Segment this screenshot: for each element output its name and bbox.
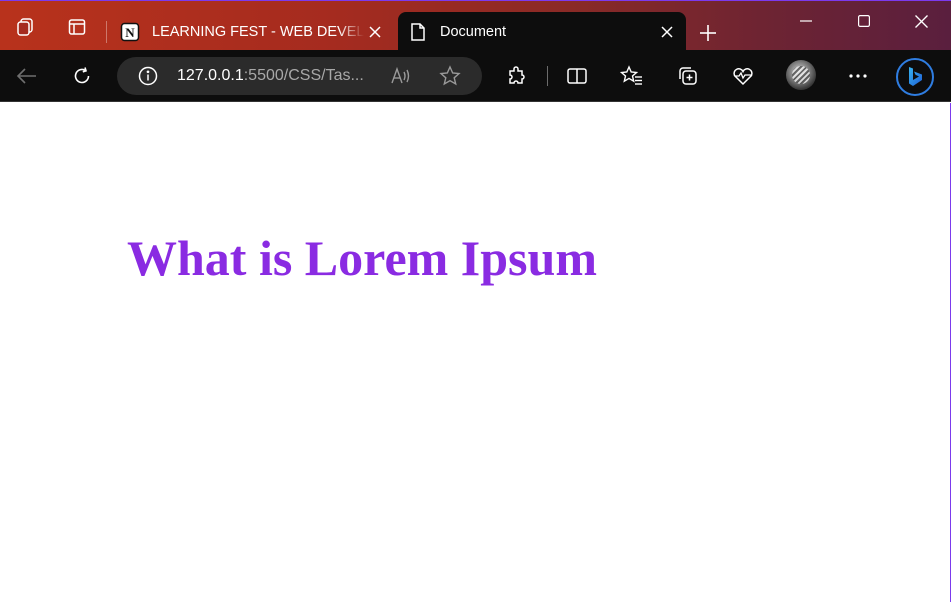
url-path: :5500/CSS/Tas... (243, 67, 364, 84)
minimize-button[interactable] (778, 5, 834, 37)
info-icon[interactable] (137, 65, 159, 87)
tab-learning-fest[interactable]: N LEARNING FEST - WEB DEVELOPMENT (110, 12, 394, 51)
tab-actions-icon[interactable] (63, 13, 91, 41)
favorite-star-icon[interactable] (439, 65, 461, 87)
favorites-icon[interactable] (616, 60, 648, 92)
maximize-button[interactable] (836, 5, 892, 37)
collections-icon[interactable] (672, 60, 704, 92)
extensions-icon[interactable] (501, 60, 533, 92)
title-bar: N LEARNING FEST - WEB DEVELOPMENT Docume… (0, 0, 951, 51)
close-tab-icon[interactable] (364, 21, 386, 43)
svg-text:N: N (125, 25, 135, 40)
toolbar-divider (547, 66, 548, 86)
url-text[interactable]: 127.0.0.1:5500/CSS/Tas... (177, 67, 377, 85)
profile-avatar[interactable] (786, 60, 816, 90)
page-viewport: What is Lorem Ipsum (0, 103, 951, 602)
refresh-button[interactable] (66, 60, 98, 92)
split-screen-icon[interactable] (561, 60, 593, 92)
new-tab-button[interactable] (694, 19, 722, 47)
workspaces-icon[interactable] (11, 13, 39, 41)
page-heading: What is Lorem Ipsum (127, 230, 597, 286)
copilot-icon[interactable] (896, 58, 934, 96)
tab-title: Document (440, 23, 507, 40)
browser-toolbar: 127.0.0.1:5500/CSS/Tas... (0, 50, 951, 102)
document-icon (408, 22, 428, 42)
tab-title: LEARNING FEST - WEB DEVELOPMENT (152, 23, 364, 40)
tab-separator (106, 21, 107, 43)
more-options-icon[interactable] (842, 60, 874, 92)
url-host: 127.0.0.1 (177, 67, 244, 84)
address-bar[interactable]: 127.0.0.1:5500/CSS/Tas... (117, 57, 482, 95)
back-button[interactable] (11, 60, 43, 92)
notion-icon: N (120, 22, 140, 42)
read-aloud-icon[interactable] (390, 65, 412, 87)
close-window-button[interactable] (893, 5, 949, 37)
close-tab-icon[interactable] (656, 21, 678, 43)
tab-document[interactable]: Document (398, 12, 686, 51)
browser-essentials-icon[interactable] (727, 60, 759, 92)
